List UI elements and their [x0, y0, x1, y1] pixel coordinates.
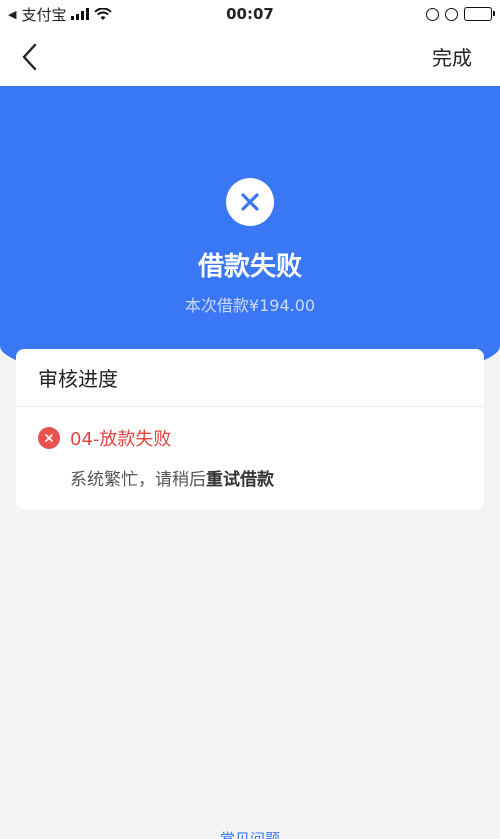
result-header: 借款失败 本次借款¥194.00: [0, 86, 500, 386]
error-icon: [38, 427, 60, 449]
progress-step: 04-放款失败: [38, 425, 171, 451]
orientation-lock-icon: [426, 7, 439, 21]
back-button[interactable]: [18, 42, 46, 72]
nav-bar: 完成: [0, 28, 500, 86]
back-triangle-icon: ◀: [8, 7, 17, 21]
review-progress-card: 审核进度 04-放款失败 系统繁忙，请稍后重试借款: [16, 349, 484, 509]
status-back-to-app[interactable]: ◀ 支付宝: [8, 4, 113, 25]
step-description: 系统繁忙，请稍后重试借款: [70, 465, 274, 490]
status-back-app-label: 支付宝: [21, 5, 67, 24]
battery-icon: [464, 7, 495, 21]
close-icon: [241, 193, 259, 211]
wifi-icon: [94, 7, 113, 20]
retry-loan-link[interactable]: 重试借款: [206, 470, 274, 490]
step-title: 04-放款失败: [70, 429, 172, 450]
chevron-left-icon: [22, 43, 37, 71]
step-desc-text: 系统繁忙，请稍后: [70, 470, 206, 490]
done-button[interactable]: 完成: [432, 42, 472, 71]
loan-amount: 本次借款¥194.00: [184, 296, 316, 315]
status-bar: ◀ 支付宝 00:07: [0, 0, 500, 28]
failure-icon: [226, 178, 274, 226]
alarm-icon: [445, 7, 458, 21]
faq-link[interactable]: 常见问题: [0, 828, 500, 839]
result-title: 借款失败: [197, 252, 302, 282]
card-title: 审核进度: [16, 349, 484, 407]
cellular-signal-icon: [71, 8, 90, 20]
